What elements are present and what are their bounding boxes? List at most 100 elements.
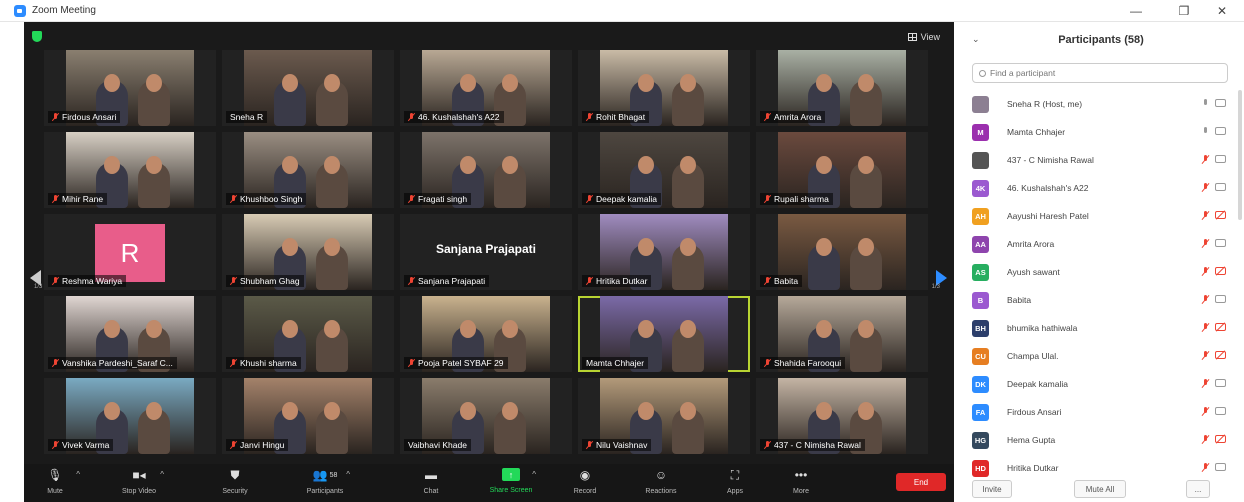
participant-name: 437 - C Nimisha Rawal xyxy=(774,440,861,450)
participant-tile[interactable]: Khushi sharma xyxy=(222,296,394,372)
participant-tile[interactable]: Deepak kamalia xyxy=(578,132,750,208)
participant-tile[interactable]: Hritika Dutkar xyxy=(578,214,750,290)
mic-muted-icon[interactable] xyxy=(1202,407,1209,416)
mic-muted-icon[interactable] xyxy=(1202,351,1209,360)
participant-tile[interactable]: Pooja Patel SYBAF 29 xyxy=(400,296,572,372)
view-button[interactable]: View xyxy=(907,32,940,42)
video-camera-icon[interactable] xyxy=(1215,407,1226,415)
mic-muted-icon[interactable] xyxy=(1202,211,1209,220)
participant-tile[interactable]: Shubham Ghag xyxy=(222,214,394,290)
prev-page-button[interactable] xyxy=(26,258,44,298)
invite-button[interactable]: Invite xyxy=(972,480,1012,498)
participant-row[interactable]: M Mamta Chhajer xyxy=(972,118,1234,146)
video-camera-icon[interactable] xyxy=(1215,463,1226,471)
participant-tile[interactable]: Babita xyxy=(756,214,928,290)
close-button[interactable]: ✕ xyxy=(1212,4,1232,18)
participant-tile[interactable]: Nilu Vaishnav xyxy=(578,378,750,454)
participant-tile[interactable]: Rohit Bhagat xyxy=(578,50,750,126)
minimize-button[interactable]: — xyxy=(1126,4,1146,18)
more-button[interactable]: ••• More xyxy=(766,468,836,495)
video-camera-icon[interactable] xyxy=(1215,379,1226,387)
video-camera-icon[interactable] xyxy=(1215,155,1226,163)
video-camera-icon[interactable] xyxy=(1215,295,1226,303)
video-camera-icon[interactable] xyxy=(1215,183,1226,191)
participant-tile[interactable]: Sanjana Prajapati Sanjana Prajapati xyxy=(400,214,572,290)
video-off-icon[interactable] xyxy=(1215,351,1226,359)
next-page-button[interactable] xyxy=(932,258,950,298)
participant-tile[interactable]: Khushboo Singh xyxy=(222,132,394,208)
mute-all-button[interactable]: Mute All xyxy=(1074,480,1126,498)
video-camera-icon[interactable] xyxy=(1215,99,1226,107)
mic-muted-icon[interactable] xyxy=(1202,267,1209,276)
mic-muted-icon[interactable] xyxy=(1202,295,1209,304)
page-indicator-left: 1/3 xyxy=(34,284,43,290)
participant-row[interactable]: HG Hema Gupta xyxy=(972,426,1234,454)
participant-tile[interactable]: Vanshika Pardeshi_Saraf C... xyxy=(44,296,216,372)
restore-button[interactable]: ❐ xyxy=(1174,4,1194,18)
chevron-up-icon[interactable]: ^ xyxy=(346,470,350,479)
chevron-up-icon[interactable]: ^ xyxy=(532,470,536,479)
mic-muted-icon[interactable] xyxy=(1202,155,1209,164)
participant-tile[interactable]: 46. Kushalshah's A22 xyxy=(400,50,572,126)
end-meeting-button[interactable]: End xyxy=(896,473,946,491)
participant-tile[interactable]: Vivek Varma xyxy=(44,378,216,454)
participants-button[interactable]: 👥 58 ^ Participants xyxy=(290,468,360,495)
apps-button[interactable]: ⛶ Apps xyxy=(700,468,770,496)
encryption-shield-icon[interactable] xyxy=(32,31,42,42)
mic-muted-icon[interactable] xyxy=(1202,323,1209,332)
mic-muted-icon[interactable] xyxy=(1202,463,1209,472)
participant-tile[interactable]: 437 - C Nimisha Rawal xyxy=(756,378,928,454)
participant-row[interactable]: B Babita xyxy=(972,286,1234,314)
mic-muted-icon xyxy=(586,113,593,121)
participant-tile[interactable]: Sneha R xyxy=(222,50,394,126)
participant-row[interactable]: 4K 46. Kushalshah's A22 xyxy=(972,174,1234,202)
video-camera-icon[interactable] xyxy=(1215,239,1226,247)
mic-muted-icon xyxy=(52,113,59,121)
participant-row[interactable]: AH Aayushi Haresh Patel xyxy=(972,202,1234,230)
chat-button[interactable]: ▬ Chat xyxy=(396,468,466,495)
mute-button[interactable]: 🎙 ^ Mute xyxy=(20,468,90,495)
record-button[interactable]: ◉ Record xyxy=(550,468,620,495)
participant-row[interactable]: CU Champa Ulal. xyxy=(972,342,1234,370)
participant-tile[interactable]: Shahida Farooqui xyxy=(756,296,928,372)
mic-muted-icon[interactable] xyxy=(1202,379,1209,388)
participant-tile[interactable]: Firdous Ansari xyxy=(44,50,216,126)
participant-row[interactable]: BH bhumika hathiwala xyxy=(972,314,1234,342)
video-off-icon[interactable] xyxy=(1215,435,1226,443)
mic-muted-icon[interactable] xyxy=(1202,183,1209,192)
video-off-icon[interactable] xyxy=(1215,267,1226,275)
stop-video-button[interactable]: ■◂ ^ Stop Video xyxy=(104,468,174,495)
participant-tile[interactable]: R Reshma Wariya xyxy=(44,214,216,290)
participant-row[interactable]: AS Ayush sawant xyxy=(972,258,1234,286)
participant-row[interactable]: 437 - C Nimisha Rawal xyxy=(972,146,1234,174)
video-off-icon[interactable] xyxy=(1215,211,1226,219)
participant-name: Fragati singh xyxy=(418,194,468,204)
participant-tile[interactable]: Amrita Arora xyxy=(756,50,928,126)
reactions-button[interactable]: ☺ Reactions xyxy=(626,468,696,495)
participant-row[interactable]: FA Firdous Ansari xyxy=(972,398,1234,426)
mic-muted-icon[interactable] xyxy=(1202,435,1209,444)
chevron-up-icon[interactable]: ^ xyxy=(76,470,80,479)
participant-row[interactable]: AA Amrita Arora xyxy=(972,230,1234,258)
participant-tile[interactable]: Mamta Chhajer xyxy=(578,296,750,372)
video-off-icon[interactable] xyxy=(1215,323,1226,331)
participant-tile[interactable]: Vaibhavi Khade xyxy=(400,378,572,454)
participant-name: Pooja Patel SYBAF 29 xyxy=(418,358,504,368)
microphone-icon[interactable] xyxy=(1202,127,1209,136)
search-input[interactable] xyxy=(990,68,1210,78)
more-options-button[interactable]: ... xyxy=(1186,480,1210,498)
share-screen-button[interactable]: ↑ ^ Share Screen xyxy=(476,468,546,494)
participant-tile[interactable]: Janvi Hingu xyxy=(222,378,394,454)
security-button[interactable]: ⛊ Security xyxy=(200,468,270,496)
scrollbar[interactable] xyxy=(1238,90,1242,220)
video-camera-icon[interactable] xyxy=(1215,127,1226,135)
participant-tile[interactable]: Mihir Rane xyxy=(44,132,216,208)
mic-muted-icon xyxy=(764,113,771,121)
chevron-up-icon[interactable]: ^ xyxy=(160,470,164,479)
participant-tile[interactable]: Rupali sharma xyxy=(756,132,928,208)
participant-tile[interactable]: Fragati singh xyxy=(400,132,572,208)
microphone-icon[interactable] xyxy=(1202,99,1209,108)
mic-muted-icon[interactable] xyxy=(1202,239,1209,248)
participant-row[interactable]: Sneha R (Host, me) xyxy=(972,90,1234,118)
participant-row[interactable]: DK Deepak kamalia xyxy=(972,370,1234,398)
